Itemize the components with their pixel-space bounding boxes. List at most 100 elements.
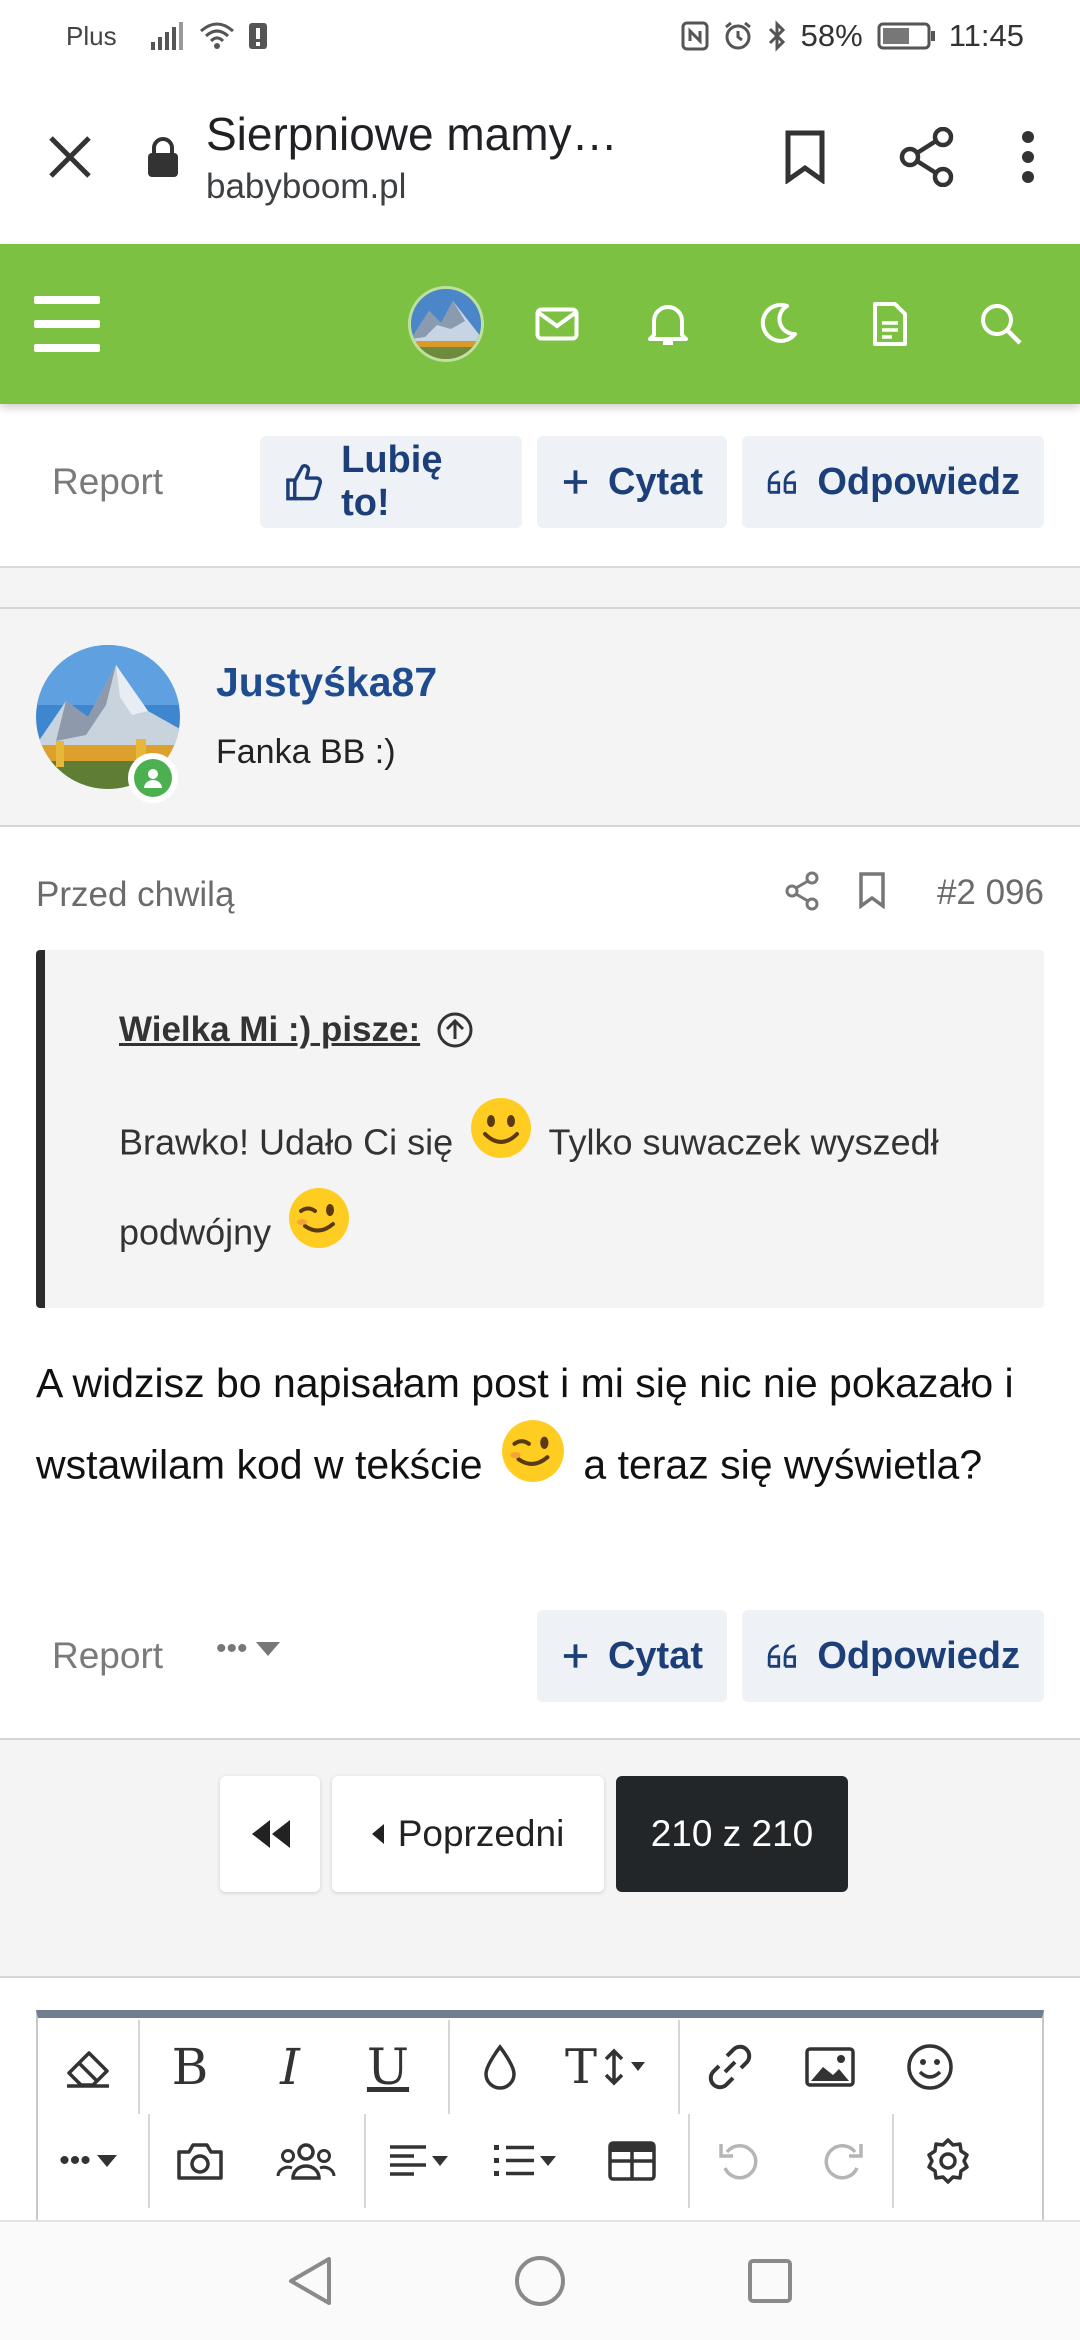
username-link[interactable]: Justyśka87 bbox=[216, 659, 437, 706]
reply-button[interactable]: Odpowiedz bbox=[742, 436, 1044, 528]
undo-button[interactable] bbox=[690, 2114, 790, 2208]
text-color-button[interactable] bbox=[450, 2020, 550, 2114]
like-label: Lubię to! bbox=[341, 439, 443, 524]
color-drop-icon bbox=[484, 2044, 516, 2090]
page-indicator[interactable]: 210 z 210 bbox=[616, 1776, 848, 1892]
bookmark-button[interactable] bbox=[744, 107, 866, 207]
nfc-icon bbox=[681, 21, 709, 51]
plus-icon bbox=[563, 470, 588, 494]
more-menu-button[interactable] bbox=[988, 107, 1068, 207]
dark-mode-button[interactable] bbox=[723, 274, 834, 374]
home-button[interactable] bbox=[425, 2221, 655, 2340]
clear-format-button[interactable] bbox=[38, 2020, 138, 2114]
editor-settings-button[interactable] bbox=[898, 2114, 998, 2208]
underline-button[interactable]: U bbox=[338, 2020, 438, 2114]
redo-button[interactable] bbox=[792, 2114, 892, 2208]
recents-button[interactable] bbox=[655, 2221, 885, 2340]
caret-down-icon bbox=[432, 2156, 448, 2166]
mail-icon bbox=[535, 307, 578, 341]
back-button[interactable] bbox=[195, 2221, 425, 2340]
url-area[interactable]: Sierpniowe mamy… babyboom.pl bbox=[206, 107, 744, 207]
quote-button[interactable]: Cytat bbox=[537, 436, 727, 528]
quote-block: Wielka Mi :) pisze: Brawko! Udało Ci się… bbox=[36, 950, 1044, 1308]
table-icon bbox=[608, 2141, 656, 2181]
bold-button[interactable]: B bbox=[140, 2020, 240, 2114]
first-page-button[interactable] bbox=[220, 1776, 320, 1892]
share-icon bbox=[899, 127, 954, 187]
account-avatar-button[interactable] bbox=[390, 274, 501, 374]
insert-table-button[interactable] bbox=[582, 2114, 682, 2208]
caret-down-icon bbox=[540, 2156, 556, 2166]
page-url: babyboom.pl bbox=[206, 167, 407, 206]
caret-left-icon bbox=[371, 1824, 384, 1844]
post-actions: Report ••• Cytat Odpowiedz bbox=[0, 1610, 1080, 1702]
report-link[interactable]: Report bbox=[52, 461, 163, 503]
wink-emoji-icon bbox=[287, 1186, 351, 1276]
insert-link-button[interactable] bbox=[680, 2020, 780, 2114]
post-body-part2: a teraz się wyświetla? bbox=[583, 1441, 983, 1488]
image-icon bbox=[805, 2047, 855, 2087]
italic-icon: I bbox=[280, 2038, 300, 2096]
menu-icon[interactable] bbox=[34, 296, 100, 352]
quote-button[interactable]: Cytat bbox=[537, 1610, 727, 1702]
lock-icon[interactable] bbox=[140, 136, 186, 178]
battery-percent: 58% bbox=[800, 18, 863, 53]
share-button[interactable] bbox=[866, 107, 988, 207]
bookmark-icon bbox=[785, 130, 825, 184]
share-post-button[interactable] bbox=[784, 871, 820, 916]
browser-toolbar: Sierpniowe mamy… babyboom.pl bbox=[0, 72, 1080, 242]
smile-emoji-icon bbox=[469, 1096, 533, 1186]
insert-emoji-button[interactable] bbox=[880, 2020, 980, 2114]
double-chevron-left-icon bbox=[252, 1820, 290, 1848]
list-button[interactable] bbox=[474, 2114, 574, 2208]
caret-down-icon bbox=[96, 2155, 117, 2167]
alarm-icon bbox=[723, 21, 753, 51]
redo-icon bbox=[824, 2144, 863, 2180]
underline-icon: U bbox=[366, 2038, 410, 2096]
search-button[interactable] bbox=[945, 274, 1056, 374]
quote-marks-icon bbox=[767, 470, 796, 494]
quote-author-line[interactable]: Wielka Mi :) pisze: bbox=[119, 1010, 474, 1050]
messages-button[interactable] bbox=[501, 274, 612, 374]
moon-icon bbox=[760, 302, 797, 343]
post-meta: Przed chwilą #2 096 bbox=[0, 859, 1080, 929]
quote-text-part1: Brawko! Udało Ci się bbox=[119, 1121, 454, 1163]
report-link[interactable]: Report bbox=[52, 1635, 163, 1677]
italic-button[interactable]: I bbox=[240, 2020, 340, 2114]
home-circle-icon bbox=[515, 2256, 565, 2306]
reply-button[interactable]: Odpowiedz bbox=[742, 1610, 1044, 1702]
more-vert-icon bbox=[1022, 131, 1034, 183]
post-time[interactable]: Przed chwilą bbox=[36, 875, 234, 915]
insert-image-button[interactable] bbox=[780, 2020, 880, 2114]
more-options-button[interactable]: ••• bbox=[38, 2114, 138, 2208]
plus-icon bbox=[563, 1644, 588, 1668]
insert-photo-button[interactable] bbox=[150, 2114, 250, 2208]
mention-users-button[interactable] bbox=[256, 2114, 356, 2208]
quote-label: Cytat bbox=[607, 1634, 703, 1677]
thumbs-up-icon bbox=[286, 464, 323, 501]
search-icon bbox=[980, 304, 1022, 345]
post-number[interactable]: #2 096 bbox=[937, 873, 1044, 913]
arrow-up-circle-icon bbox=[437, 1012, 473, 1048]
more-actions-button[interactable]: ••• bbox=[216, 1632, 280, 1666]
font-size-icon: T bbox=[564, 2039, 597, 2095]
notifications-button[interactable] bbox=[612, 274, 723, 374]
post-body: A widzisz bo napisałam post i mi się nic… bbox=[36, 1344, 1046, 1513]
close-tab-button[interactable] bbox=[0, 134, 140, 180]
quote-label: Cytat bbox=[607, 460, 703, 503]
carrier-label: Plus bbox=[66, 20, 117, 51]
prev-post-actions: Report Lubię to! Cytat Odpowiedz bbox=[0, 436, 1080, 528]
undo-icon bbox=[719, 2144, 758, 2180]
previous-label: Poprzedni bbox=[397, 1813, 565, 1854]
thread-content: Report Lubię to! Cytat Odpowiedz Justyśk… bbox=[0, 404, 1080, 2220]
align-button[interactable] bbox=[368, 2114, 468, 2208]
previous-page-button[interactable]: Poprzedni bbox=[332, 1776, 604, 1892]
new-posts-button[interactable] bbox=[834, 274, 945, 374]
close-icon bbox=[49, 136, 91, 178]
font-size-button[interactable]: T bbox=[550, 2020, 660, 2114]
wifi-icon bbox=[199, 21, 235, 51]
avatar bbox=[410, 289, 481, 359]
like-button[interactable]: Lubię to! bbox=[260, 436, 522, 528]
bookmark-post-button[interactable] bbox=[858, 871, 886, 914]
wink-emoji-icon bbox=[500, 1418, 566, 1509]
